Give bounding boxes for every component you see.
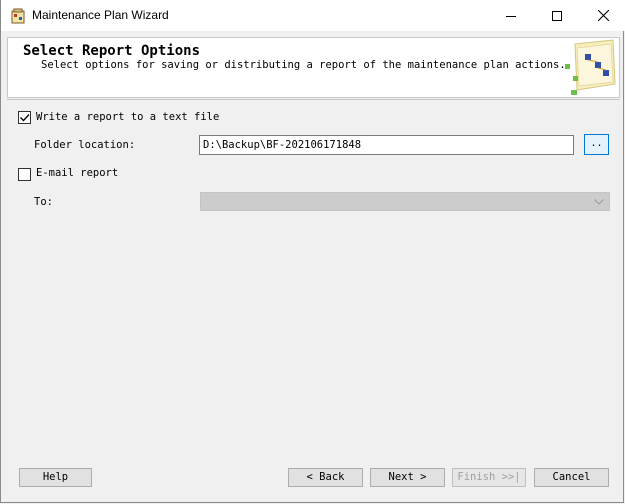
wizard-window: Maintenance Plan Wizard Select Report Op… bbox=[0, 0, 625, 503]
next-button[interactable]: Next > bbox=[370, 468, 445, 487]
wizard-app-icon bbox=[11, 8, 25, 24]
finish-button[interactable]: Finish >>| bbox=[452, 468, 526, 487]
cancel-button[interactable]: Cancel bbox=[534, 468, 609, 487]
title-bar: Maintenance Plan Wizard bbox=[1, 0, 625, 31]
close-button[interactable] bbox=[580, 0, 625, 31]
email-report-checkbox[interactable] bbox=[18, 168, 31, 181]
folder-location-input[interactable]: D:\Backup\BF-202106171848 bbox=[199, 135, 574, 155]
to-combobox[interactable] bbox=[200, 192, 610, 211]
minimize-icon bbox=[506, 15, 516, 17]
email-report-label[interactable]: E-mail report bbox=[36, 167, 118, 179]
wizard-header: Select Report Options Select options for… bbox=[7, 37, 620, 98]
wizard-header-icon bbox=[565, 39, 616, 95]
checkmark-icon bbox=[20, 114, 30, 122]
page-title: Select Report Options bbox=[23, 43, 201, 59]
write-report-checkbox[interactable] bbox=[18, 111, 31, 124]
chevron-down-icon bbox=[594, 199, 604, 205]
maximize-icon bbox=[552, 10, 562, 21]
to-label: To: bbox=[34, 196, 53, 208]
header-separator bbox=[7, 99, 620, 100]
minimize-button[interactable] bbox=[488, 0, 534, 31]
page-subtitle: Select options for saving or distributin… bbox=[41, 59, 566, 71]
window-title: Maintenance Plan Wizard bbox=[32, 8, 169, 22]
folder-location-label: Folder location: bbox=[34, 139, 136, 151]
write-report-label[interactable]: Write a report to a text file bbox=[36, 111, 219, 123]
browse-button[interactable]: .. bbox=[584, 134, 609, 155]
back-button[interactable]: < Back bbox=[288, 468, 363, 487]
help-button[interactable]: Help bbox=[19, 468, 92, 487]
maximize-button[interactable] bbox=[534, 0, 580, 31]
close-icon bbox=[597, 10, 609, 21]
